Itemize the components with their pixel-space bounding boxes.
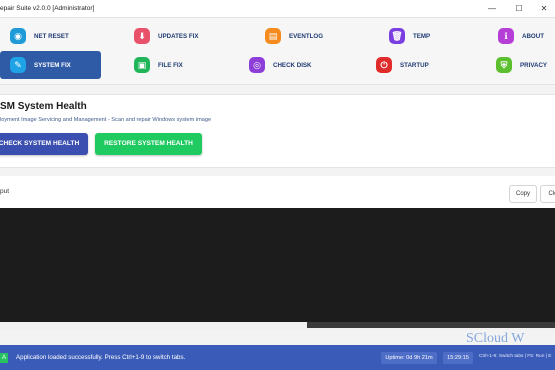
tab-eventlog[interactable]: ▤ EVENTLOG [265,22,350,50]
clock-indicator: 15:29:15 [443,352,473,364]
tab-label: STARTUP [400,61,429,69]
tab-label: UPDATES FIX [158,32,199,40]
file-icon: ▣ [134,57,150,73]
disk-icon: ◎ [249,57,265,73]
output-label: put [0,188,10,195]
tab-check-disk[interactable]: ◎ CHECK DISK [249,51,344,79]
close-icon[interactable]: ✕ [530,0,555,17]
wrench-icon: ✎ [10,57,26,73]
document-icon: ▤ [265,28,281,44]
uptime-indicator: Uptime: 0d 9h 21m [381,352,437,364]
power-icon: ⏻ [376,57,392,73]
download-icon: ⬇ [134,28,150,44]
tab-navigation: ◉ NET RESET ⬇ UPDATES FIX ▤ EVENTLOG 🗑 T… [0,18,555,85]
shortcut-hint: Ctrl+1-9: Switch tabs | F5: Run | E [479,354,552,359]
tab-label: PRIVACY [520,61,548,69]
title-bar: epair Suite v2.0.0 [Administrator] — ☐ ✕ [0,0,555,18]
output-header: put Copy Cle [0,176,555,208]
tab-label: ABOUT [522,32,544,40]
dism-health-panel: SM System Health loyment Image Servicing… [0,94,555,168]
tab-label: EVENTLOG [289,32,324,40]
clear-button[interactable]: Cle [540,185,555,203]
status-bar: A Application loaded successfully. Press… [0,345,555,370]
info-icon: ℹ [498,28,514,44]
tab-label: SYSTEM FIX [34,61,71,69]
restore-system-health-button[interactable]: RESTORE SYSTEM HEALTH [95,133,202,155]
tab-label: FILE FIX [158,61,183,69]
tab-system-fix[interactable]: ✎ SYSTEM FIX [0,51,101,79]
tab-updates-fix[interactable]: ⬇ UPDATES FIX [134,22,219,50]
window-title: epair Suite v2.0.0 [Administrator] [0,5,95,12]
output-console[interactable] [0,208,555,324]
status-message: Application loaded successfully. Press C… [16,354,186,361]
tab-startup[interactable]: ⏻ STARTUP [376,51,461,79]
copy-button[interactable]: Copy [509,185,537,203]
tab-label: NET RESET [34,32,69,40]
tab-label: TEMP [413,32,431,40]
trash-icon: 🗑 [389,28,405,44]
scrollbar-thumb[interactable] [307,322,555,328]
tab-temp[interactable]: 🗑 TEMP [389,22,474,50]
status-badge: A [0,353,8,363]
check-system-health-button[interactable]: CHECK SYSTEM HEALTH [0,133,88,155]
shield-icon: ⛨ [496,57,512,73]
minimize-icon[interactable]: — [478,0,506,17]
horizontal-scrollbar[interactable] [0,322,555,330]
tab-net-reset[interactable]: ◉ NET RESET [10,22,95,50]
panel-title: SM System Health [0,101,87,112]
tab-privacy[interactable]: ⛨ PRIVACY [496,51,555,79]
tab-label: CHECK DISK [273,61,312,69]
globe-icon: ◉ [10,28,26,44]
panel-subtitle: loyment Image Servicing and Management -… [0,117,212,123]
tab-about[interactable]: ℹ ABOUT [498,22,555,50]
maximize-icon[interactable]: ☐ [505,0,533,17]
tab-file-fix[interactable]: ▣ FILE FIX [134,51,219,79]
